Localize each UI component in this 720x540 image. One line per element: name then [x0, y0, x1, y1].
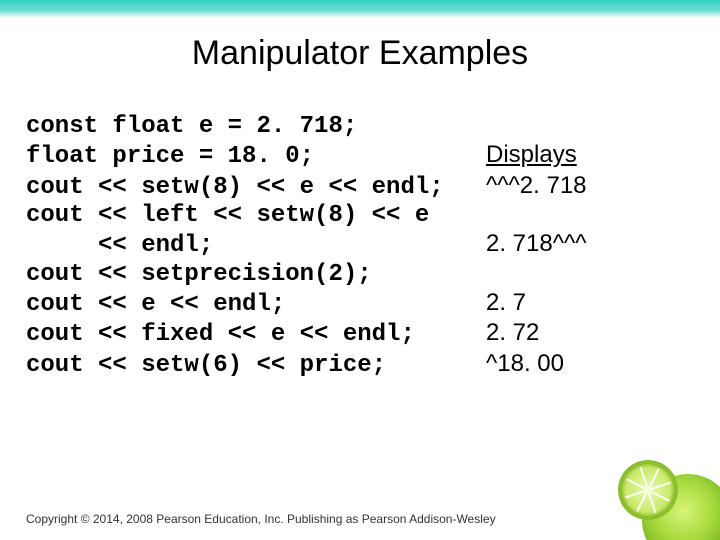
slide-title: Manipulator Examples [0, 34, 720, 73]
lime-decoration-icon [610, 450, 720, 540]
output-line-9: ^18. 00 [486, 350, 564, 378]
code-line-3: cout << setw(8) << e << endl; [26, 174, 486, 202]
output-header: Displays [486, 141, 577, 169]
code-line-4: cout << left << setw(8) << e [26, 202, 429, 230]
copyright-footer: Copyright © 2014, 2008 Pearson Education… [26, 512, 496, 526]
code-line-7: cout << e << endl; [26, 291, 486, 319]
code-line-6: cout << setprecision(2); [26, 261, 372, 289]
output-line-5: 2. 718^^^ [486, 230, 587, 258]
output-line-7: 2. 7 [486, 289, 526, 317]
slide-number: 3 -32 [662, 511, 692, 526]
code-line-5: << endl; [26, 232, 486, 260]
output-line-3: ^^^2. 718 [486, 172, 587, 200]
code-line-2: float price = 18. 0; [26, 143, 486, 171]
output-line-8: 2. 72 [486, 319, 539, 347]
code-line-9: cout << setw(6) << price; [26, 352, 486, 380]
content-area: const float e = 2. 718; float price = 18… [0, 113, 720, 380]
top-gradient-bar [0, 0, 720, 18]
code-line-8: cout << fixed << e << endl; [26, 321, 486, 349]
code-line-1: const float e = 2. 718; [26, 113, 357, 141]
